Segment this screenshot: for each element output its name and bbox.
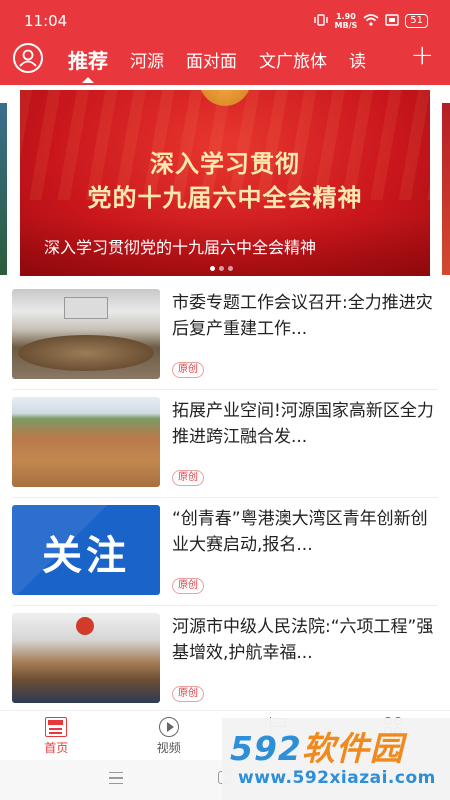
bottom-tab-home[interactable]: 首页	[0, 711, 113, 760]
add-channel-button[interactable]: +	[411, 40, 434, 70]
tab-face-to-face[interactable]: 面对面	[186, 47, 237, 72]
banner-caption: 深入学习贯彻党的十九届六中全会精神	[44, 238, 317, 257]
tab-heyuan[interactable]: 河源	[130, 47, 164, 72]
site-watermark: 592软件园 www.592xiazai.com	[222, 718, 450, 800]
sim-icon	[385, 13, 399, 29]
watermark-url: www.592xiazai.com	[238, 768, 436, 788]
news-title: 市委专题工作会议召开:全力推进灾后复产重建工作...	[172, 293, 433, 339]
video-icon	[158, 717, 179, 737]
news-thumbnail-court	[12, 613, 160, 703]
menu-icon[interactable]	[109, 772, 123, 784]
watermark-logo: 592软件园	[230, 722, 404, 770]
original-tag: 原创	[172, 578, 204, 594]
banner-image-title-line2: 党的十九届六中全会精神	[87, 183, 363, 212]
bottom-tab-label: 视频	[156, 741, 181, 755]
news-thumbnail-guanzhu: 关注	[12, 505, 160, 595]
status-time: 11:04	[24, 12, 68, 30]
news-icon-bar	[48, 720, 64, 725]
original-tag: 原创	[172, 362, 204, 378]
play-triangle	[166, 722, 174, 732]
status-icons: 1.90 MB/S 51	[313, 12, 428, 30]
news-title: “创青春”粤港澳大湾区青年创新创业大赛启动,报名...	[172, 509, 428, 555]
conference-table	[18, 335, 154, 371]
vibrate-icon	[313, 13, 329, 29]
pagination-dot[interactable]	[210, 266, 215, 271]
news-item[interactable]: 市委专题工作会议召开:全力推进灾后复产重建工作... 原创	[0, 282, 450, 390]
channel-tabs: 推荐 河源 面对面 文广旅体 读	[68, 42, 388, 83]
pagination-dot[interactable]	[228, 266, 233, 271]
watermark-name: 软件园	[301, 729, 404, 768]
wifi-icon	[363, 13, 379, 29]
active-tab-indicator	[82, 76, 94, 83]
banner-next-peek	[442, 103, 450, 275]
original-tag: 原创	[172, 470, 204, 486]
tab-culture-tourism[interactable]: 文广旅体	[259, 47, 327, 72]
thumb-text: 关注	[42, 533, 130, 579]
tab-label: 推荐	[68, 48, 108, 73]
battery-indicator: 51	[405, 14, 428, 28]
user-avatar-icon[interactable]	[13, 43, 43, 73]
banner-image-title-line1: 深入学习贯彻	[150, 149, 300, 178]
banner-pagination	[210, 266, 233, 271]
news-item[interactable]: 关注 “创青春”粤港澳大湾区青年创新创业大赛启动,报名... 原创	[0, 498, 450, 606]
pagination-dot[interactable]	[219, 266, 224, 271]
news-thumbnail-construction	[12, 397, 160, 487]
news-icon	[45, 717, 68, 737]
news-icon-line	[49, 728, 63, 730]
net-speed-unit: MB/S	[334, 21, 358, 30]
news-item[interactable]: 拓展产业空间!河源国家高新区全力推进跨江融合发... 原创	[0, 390, 450, 498]
channel-nav: 推荐 河源 面对面 文广旅体 读 +	[0, 40, 450, 85]
court-emblem-icon	[76, 617, 94, 635]
bottom-tab-label: 首页	[44, 741, 69, 755]
banner-prev-peek	[0, 103, 7, 275]
news-thumbnail-meeting	[12, 289, 160, 379]
news-title: 拓展产业空间!河源国家高新区全力推进跨江融合发...	[172, 401, 434, 447]
net-speed-value: 1.90	[336, 12, 356, 21]
news-icon-line	[49, 732, 63, 734]
bottom-tab-video[interactable]: 视频	[113, 711, 226, 760]
net-speed: 1.90 MB/S	[335, 12, 358, 30]
news-item[interactable]: 河源市中级人民法院:“六项工程”强基增效,护航幸福... 原创	[0, 606, 450, 714]
app-header: 11:04 1.90 MB/S 51 推荐 河源 面对面 文广旅体 读 +	[0, 0, 450, 85]
original-tag: 原创	[172, 686, 204, 702]
tab-recommend[interactable]: 推荐	[68, 45, 108, 83]
status-bar: 11:04 1.90 MB/S 51	[0, 0, 450, 40]
tab-read[interactable]: 读	[349, 47, 366, 72]
projector-screen	[64, 297, 108, 319]
headline-banner[interactable]: 深入学习贯彻 党的十九届六中全会精神 深入学习贯彻党的十九届六中全会精神	[20, 90, 430, 276]
watermark-number: 592	[230, 729, 302, 768]
news-title: 河源市中级人民法院:“六项工程”强基增效,护航幸福...	[172, 617, 434, 663]
